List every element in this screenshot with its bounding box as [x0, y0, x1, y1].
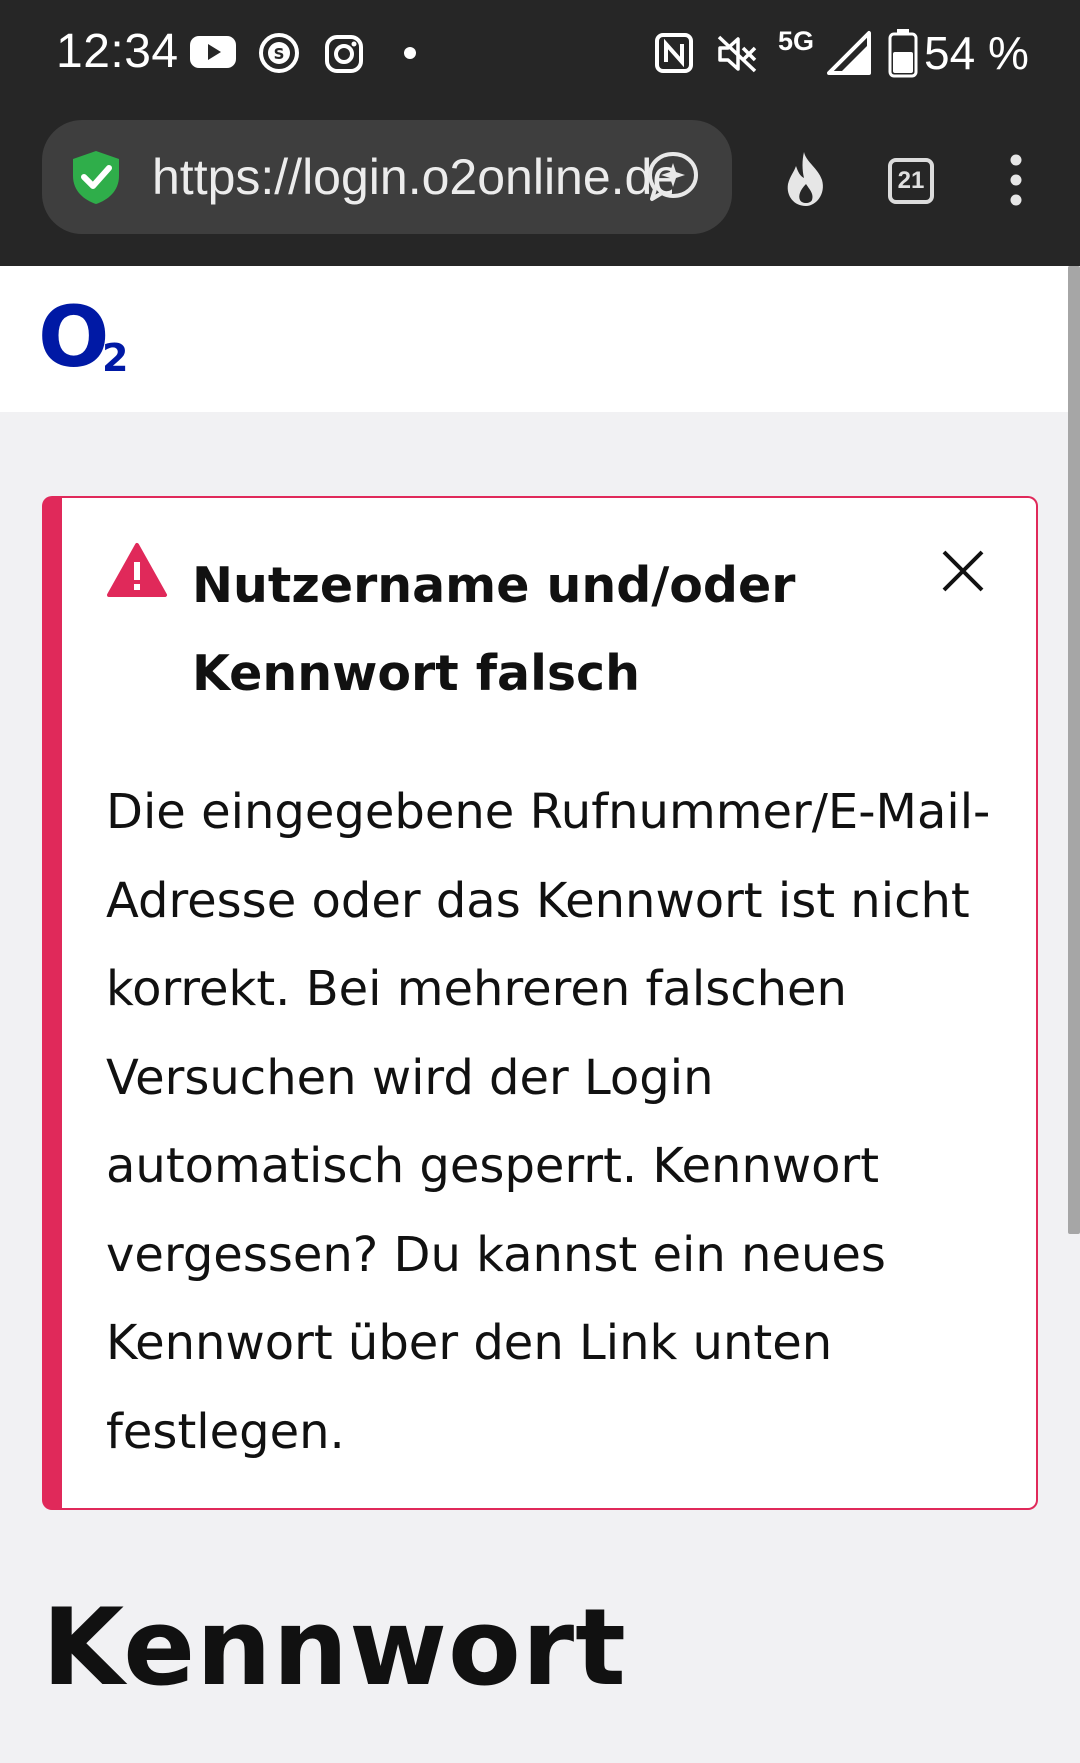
instagram-icon: [325, 35, 363, 73]
assistant-icon[interactable]: [646, 150, 700, 204]
status-bar: 12:34 S 5G 54 %: [0, 0, 1080, 106]
svg-text:S: S: [274, 45, 285, 63]
alert-title: Nutzername und/oder Kennwort falsch: [192, 557, 796, 702]
url-text[interactable]: https://login.o2online.de: [152, 148, 672, 206]
shield-check-icon[interactable]: [68, 148, 124, 206]
battery-icon: [888, 29, 918, 78]
o2-logo[interactable]: O 2: [38, 288, 138, 386]
error-alert: Nutzername und/oder Kennwort falsch Die …: [42, 496, 1038, 1510]
youtube-icon: [190, 36, 236, 68]
browser-toolbar: https://login.o2online.de 21: [0, 106, 1080, 266]
schalke-icon: S: [259, 33, 299, 73]
network-type: 5G: [778, 26, 815, 56]
close-icon[interactable]: [940, 548, 986, 594]
logo-sub: 2: [102, 336, 129, 380]
site-header: O 2: [0, 266, 1068, 412]
battery-percent: 54 %: [924, 27, 1029, 79]
warning-icon: [107, 543, 167, 597]
web-page: O 2 Nutzername und/oder Kennwort falsch …: [0, 266, 1080, 1763]
more-icon[interactable]: [1006, 152, 1026, 208]
url-bar[interactable]: https://login.o2online.de: [42, 120, 732, 234]
signal-icon: [827, 31, 871, 75]
mute-icon: [717, 35, 757, 73]
dot-icon: [404, 47, 416, 59]
page-title: Kennwort: [42, 1586, 627, 1709]
alert-message: Die eingegebene Rufnummer/E-Mail-Adresse…: [106, 784, 991, 1460]
tabs-icon[interactable]: 21: [888, 158, 934, 204]
logo-o: O: [38, 288, 110, 386]
scrollbar[interactable]: [1068, 266, 1080, 1234]
nfc-icon: [655, 33, 693, 73]
status-time: 12:34: [56, 25, 179, 78]
fire-icon[interactable]: [782, 150, 830, 208]
